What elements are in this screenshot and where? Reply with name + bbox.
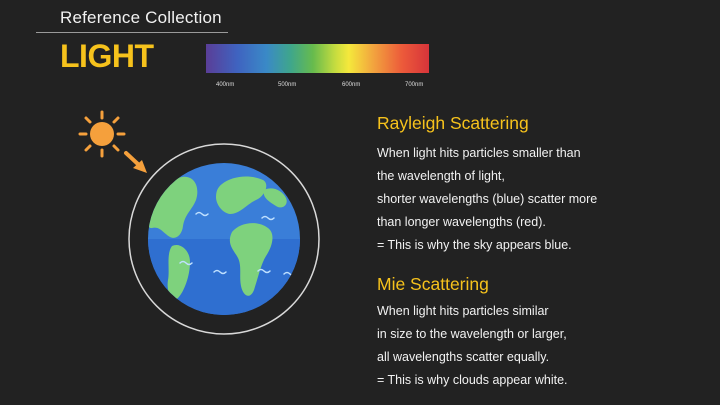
rayleigh-heading: Rayleigh Scattering (377, 113, 529, 133)
mie-heading: Mie Scattering (377, 274, 489, 294)
rayleigh-line: shorter wavelengths (blue) scatter more (377, 192, 598, 206)
earth-icon (148, 163, 300, 315)
rayleigh-line: than longer wavelengths (red). (377, 215, 546, 229)
rayleigh-line: When light hits particles smaller than (377, 146, 581, 160)
rayleigh-description: When light hits particles smaller than t… (377, 142, 597, 257)
scattering-illustration (78, 110, 320, 335)
sun-icon (78, 110, 126, 158)
rayleigh-line: the wavelength of light, (377, 169, 505, 183)
mie-line: in size to the wavelength or larger, (377, 327, 567, 341)
arrow-icon (124, 151, 147, 173)
rayleigh-line: = This is why the sky appears blue. (377, 238, 572, 252)
mie-line: When light hits particles similar (377, 304, 549, 318)
mie-description: When light hits particles similar in siz… (377, 300, 568, 392)
mie-line: = This is why clouds appear white. (377, 373, 568, 387)
mie-line: all wavelengths scatter equally. (377, 350, 550, 364)
